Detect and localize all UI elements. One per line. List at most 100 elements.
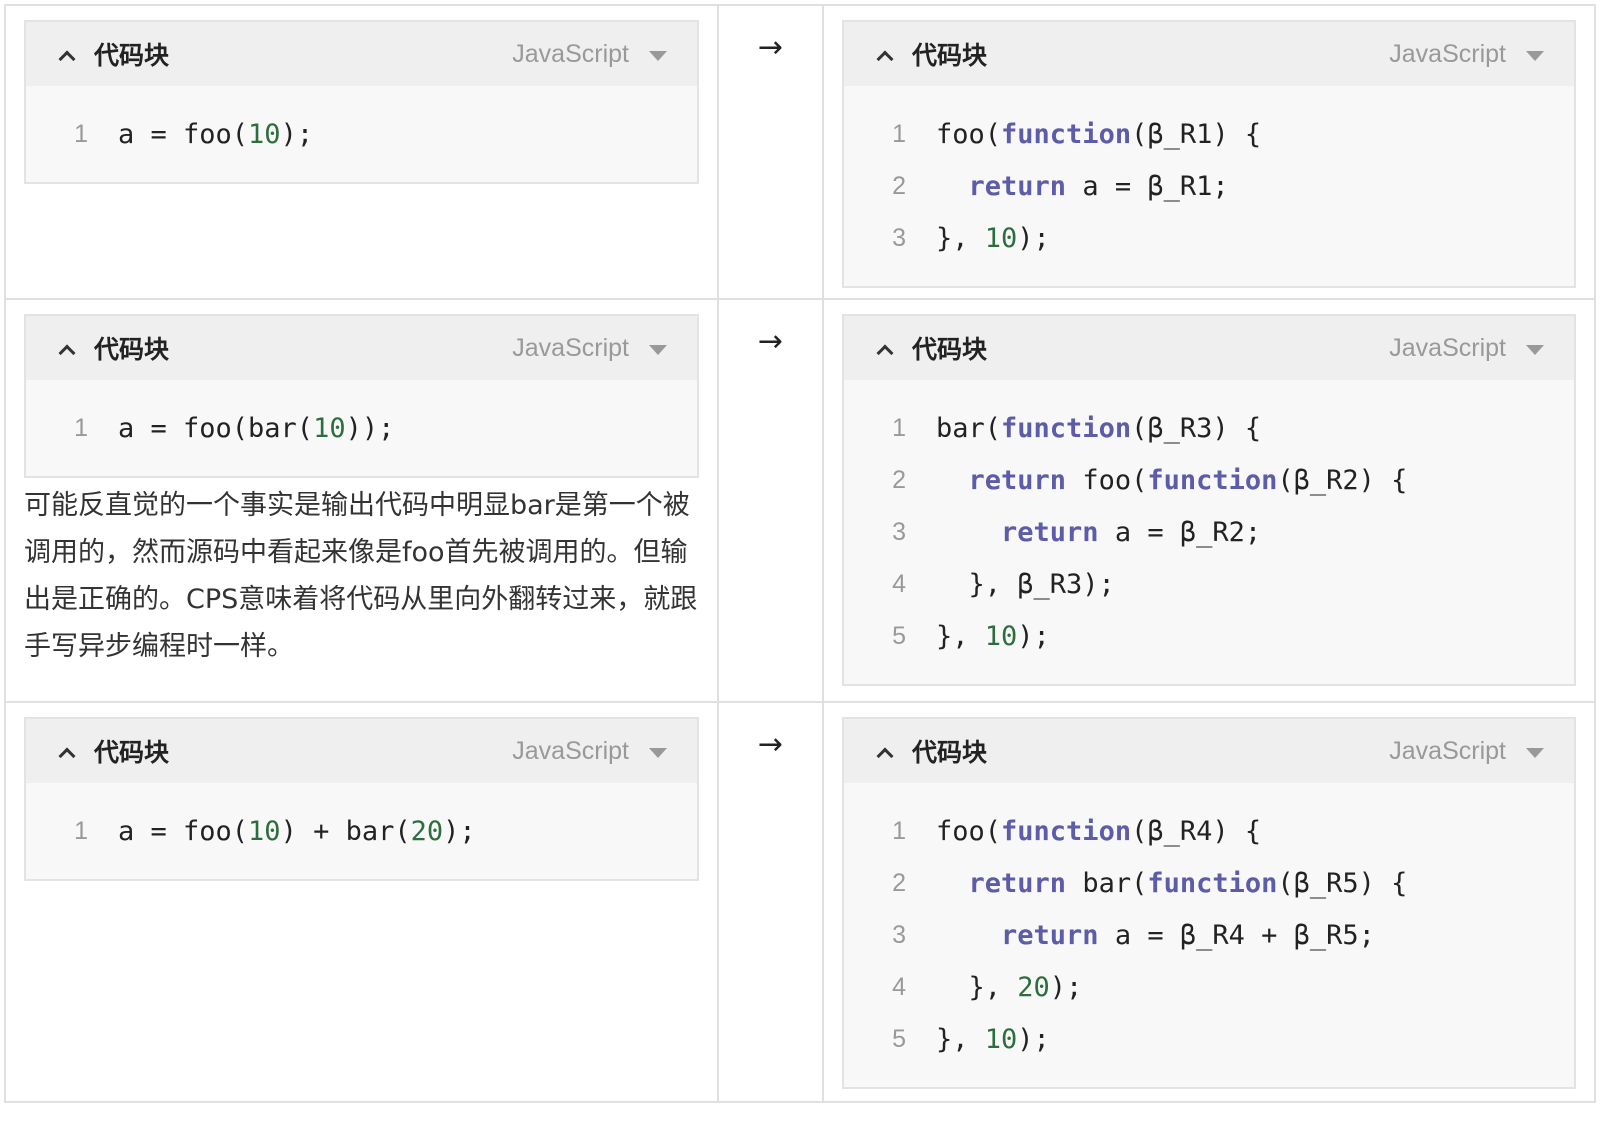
code-token: (β_R2) { [1277, 464, 1408, 496]
code-body[interactable]: 1 a = foo(10) + bar(20); [26, 783, 697, 879]
code-token: }, β_R3); [936, 568, 1115, 600]
line-number: 3 [892, 517, 906, 546]
caret-down-icon[interactable] [649, 50, 667, 61]
line-number: 5 [892, 621, 906, 650]
code-block-title: 代码块 [912, 738, 988, 767]
code-body[interactable]: 1 foo(function(β_R1) {2 return a = β_R1; 3… [844, 86, 1574, 286]
arrow-label: → [757, 324, 784, 359]
caret-down-icon[interactable] [1526, 50, 1544, 61]
explanation-text: 可能反直觉的一个事实是输出代码中明显bar是第一个被调用的，然而源码中看起来像是… [24, 490, 698, 662]
code-line: 1 foo(function(β_R1) { [844, 108, 1574, 160]
keyword-token: return [968, 867, 1067, 899]
code-block-title: 代码块 [94, 41, 170, 70]
number-token: 10 [984, 1023, 1018, 1055]
code-body[interactable]: 1 foo(function(β_R4) { 2 return bar(functi… [844, 783, 1574, 1087]
code-line: 3 return a = β_R4 + β_R5; [844, 909, 1574, 961]
code-text: }, 20); [936, 972, 1083, 1003]
language-select[interactable]: JavaScript [512, 40, 667, 69]
code-text: return a = β_R1; [936, 171, 1229, 202]
keyword-token: function [1001, 815, 1132, 847]
line-number: 1 [74, 119, 88, 148]
code-text: }, 10); [936, 621, 1050, 652]
code-block-title: 代码块 [94, 335, 170, 364]
line-number: 2 [892, 868, 906, 897]
code-block-header[interactable]: 代码块 JavaScript [844, 719, 1574, 783]
caret-down-icon[interactable] [1526, 344, 1544, 355]
output-cell: 代码块 JavaScript 1 bar(function(β_R3) {2 retu… [824, 300, 1594, 686]
line-number: 3 [892, 920, 906, 949]
code-block: 代码块 JavaScript 1 bar(function(β_R3) {2 retu… [842, 314, 1576, 686]
caret-down-icon[interactable] [649, 747, 667, 758]
line-number: 1 [892, 119, 906, 148]
caret-down-icon[interactable] [1526, 747, 1544, 758]
code-token: ) + bar( [280, 815, 411, 847]
code-block-header[interactable]: 代码块 JavaScript [26, 719, 697, 783]
keyword-token: return [1001, 919, 1099, 951]
line-number: 1 [892, 413, 906, 442]
line-number: 4 [892, 972, 906, 1001]
code-text: a = foo(10); [118, 119, 313, 150]
language-select[interactable]: JavaScript [512, 737, 667, 766]
language-select[interactable]: JavaScript [512, 334, 667, 363]
code-block-title: 代码块 [912, 335, 988, 364]
code-token: foo( [1066, 464, 1148, 496]
language-label: JavaScript [1389, 333, 1506, 362]
collapse-chevron-icon[interactable] [60, 48, 72, 60]
code-token: foo( [936, 815, 1002, 847]
language-label: JavaScript [512, 39, 629, 68]
caret-down-icon[interactable] [649, 344, 667, 355]
code-token: foo( [936, 118, 1002, 150]
line-number: 3 [892, 223, 906, 252]
language-select[interactable]: JavaScript [1389, 737, 1544, 766]
code-text: }, 10); [936, 1024, 1050, 1055]
collapse-chevron-icon[interactable] [60, 342, 72, 354]
language-label: JavaScript [512, 333, 629, 362]
code-token: ); [1017, 222, 1050, 254]
code-block-header[interactable]: 代码块 JavaScript [26, 316, 697, 380]
code-line: 2 return foo(function(β_R2) { [844, 454, 1574, 506]
code-token: }, [936, 222, 985, 254]
code-block: 代码块 JavaScript 1 a = foo(10) + bar(20); [24, 717, 699, 881]
code-block: 代码块 JavaScript 1 foo(function(β_R4) { 2 retu… [842, 717, 1576, 1089]
code-block-title: 代码块 [94, 738, 170, 767]
code-token: a = β_R2; [1098, 516, 1262, 548]
keyword-token: function [1147, 867, 1278, 899]
keyword-token: return [968, 464, 1067, 496]
code-token: a = β_R1; [1066, 170, 1229, 202]
code-body[interactable]: 1 a = foo(bar(10)); [26, 380, 697, 476]
line-number: 4 [892, 569, 906, 598]
code-text: return bar(function(β_R5) { [936, 867, 1408, 899]
code-body[interactable]: 1 a = foo(10); [26, 86, 697, 182]
code-token: a = β_R4 + β_R5; [1098, 919, 1375, 951]
language-label: JavaScript [1389, 736, 1506, 765]
collapse-chevron-icon[interactable] [60, 745, 72, 757]
code-token: )); [345, 412, 395, 444]
code-block-header[interactable]: 代码块 JavaScript [844, 22, 1574, 86]
collapse-chevron-icon[interactable] [878, 745, 890, 757]
output-cell: 代码块 JavaScript 1 foo(function(β_R4) { 2 retu… [824, 703, 1594, 1089]
language-label: JavaScript [512, 736, 629, 765]
collapse-chevron-icon[interactable] [878, 342, 890, 354]
code-body[interactable]: 1 bar(function(β_R3) {2 return foo(functi… [844, 380, 1574, 684]
code-line: 5 }, 10); [844, 610, 1574, 662]
code-line: 1 foo(function(β_R4) { [844, 805, 1574, 857]
language-select[interactable]: JavaScript [1389, 334, 1544, 363]
table-row: 代码块 JavaScript 1 a = foo(10); → 代码块 JavaScri… [4, 4, 1596, 300]
code-text: foo(function(β_R4) { [936, 816, 1261, 847]
code-text: return a = β_R4 + β_R5; [936, 920, 1375, 951]
code-token: (β_R5) { [1277, 867, 1408, 899]
code-line: 3}, 10); [844, 212, 1574, 264]
code-token: bar( [936, 412, 1002, 444]
code-token: }, [936, 1023, 985, 1055]
arrow-label: → [757, 727, 784, 762]
code-block-title: 代码块 [912, 41, 988, 70]
code-block-header[interactable]: 代码块 JavaScript [26, 22, 697, 86]
collapse-chevron-icon[interactable] [878, 48, 890, 60]
line-number: 2 [892, 171, 906, 200]
code-block-header[interactable]: 代码块 JavaScript [844, 316, 1574, 380]
language-select[interactable]: JavaScript [1389, 40, 1544, 69]
code-line: 1 a = foo(bar(10)); [26, 402, 697, 454]
code-line: 1 a = foo(10); [26, 108, 697, 160]
